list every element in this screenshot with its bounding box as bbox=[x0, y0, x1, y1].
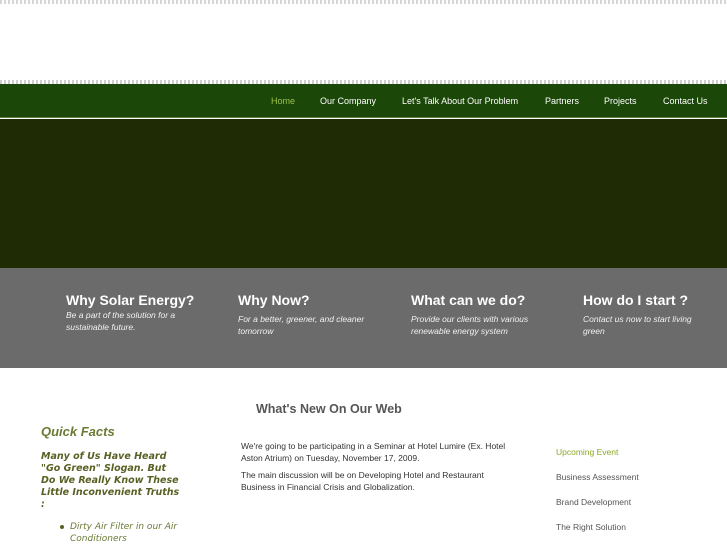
quick-facts-subtitle: Many of Us Have Heard "Go Green" Slogan.… bbox=[41, 451, 180, 510]
news-content: We're going to be participating in a Sem… bbox=[241, 440, 511, 498]
header-area bbox=[0, 4, 727, 80]
nav-projects-link[interactable]: Projects bbox=[604, 84, 637, 118]
feature-description: Be a part of the solution for a sustaina… bbox=[66, 310, 176, 332]
feature-title: Why Now? bbox=[238, 292, 310, 308]
feature-title: What can we do? bbox=[411, 292, 526, 308]
sidebar-link-right-solution[interactable]: The Right Solution bbox=[556, 521, 716, 545]
feature-why-now[interactable]: Why Now? For a better, greener, and clea… bbox=[238, 292, 368, 337]
feature-what-can-we-do[interactable]: What can we do? Provide our clients with… bbox=[411, 292, 541, 337]
nav-contact-link[interactable]: Contact Us bbox=[663, 84, 708, 118]
quick-facts-title: Quick Facts bbox=[41, 424, 115, 439]
bullet-icon bbox=[60, 525, 64, 529]
news-paragraph: We're going to be participating in a Sem… bbox=[241, 441, 506, 463]
feature-how-to-start[interactable]: How do I start ? Contact us now to start… bbox=[583, 292, 713, 337]
news-paragraph: The main discussion will be on Developin… bbox=[241, 470, 484, 492]
quick-facts-list: Dirty Air Filter in our Air Conditioners bbox=[60, 521, 190, 545]
nav-partners-link[interactable]: Partners bbox=[545, 84, 579, 118]
quick-fact-text: Dirty Air Filter in our Air Conditioners bbox=[70, 522, 178, 544]
feature-title: How do I start ? bbox=[583, 292, 688, 308]
nav-problem-link[interactable]: Let's Talk About Our Problem bbox=[402, 84, 518, 118]
feature-description: For a better, greener, and cleaner tomor… bbox=[238, 314, 365, 336]
feature-description: Contact us now to start living green bbox=[583, 314, 692, 336]
features-strip: Why Solar Energy? Be a part of the solut… bbox=[0, 268, 727, 368]
main-navigation: Home Our Company Let's Talk About Our Pr… bbox=[0, 84, 727, 118]
nav-our-company-link[interactable]: Our Company bbox=[320, 84, 376, 118]
nav-home-link[interactable]: Home bbox=[271, 84, 295, 118]
sidebar-links: Upcoming Event Business Assessment Brand… bbox=[556, 446, 716, 545]
sidebar-link-upcoming-event[interactable]: Upcoming Event bbox=[556, 446, 716, 471]
feature-description: Provide our clients with various renewab… bbox=[411, 314, 529, 336]
feature-why-solar[interactable]: Why Solar Energy? Be a part of the solut… bbox=[66, 292, 196, 333]
sidebar-link-business-assessment[interactable]: Business Assessment bbox=[556, 471, 716, 496]
quick-fact-item: Dirty Air Filter in our Air Conditioners bbox=[60, 521, 190, 545]
sidebar-link-brand-development[interactable]: Brand Development bbox=[556, 496, 716, 521]
whats-new-heading: What's New On Our Web bbox=[256, 402, 402, 416]
hero-banner bbox=[0, 119, 727, 268]
